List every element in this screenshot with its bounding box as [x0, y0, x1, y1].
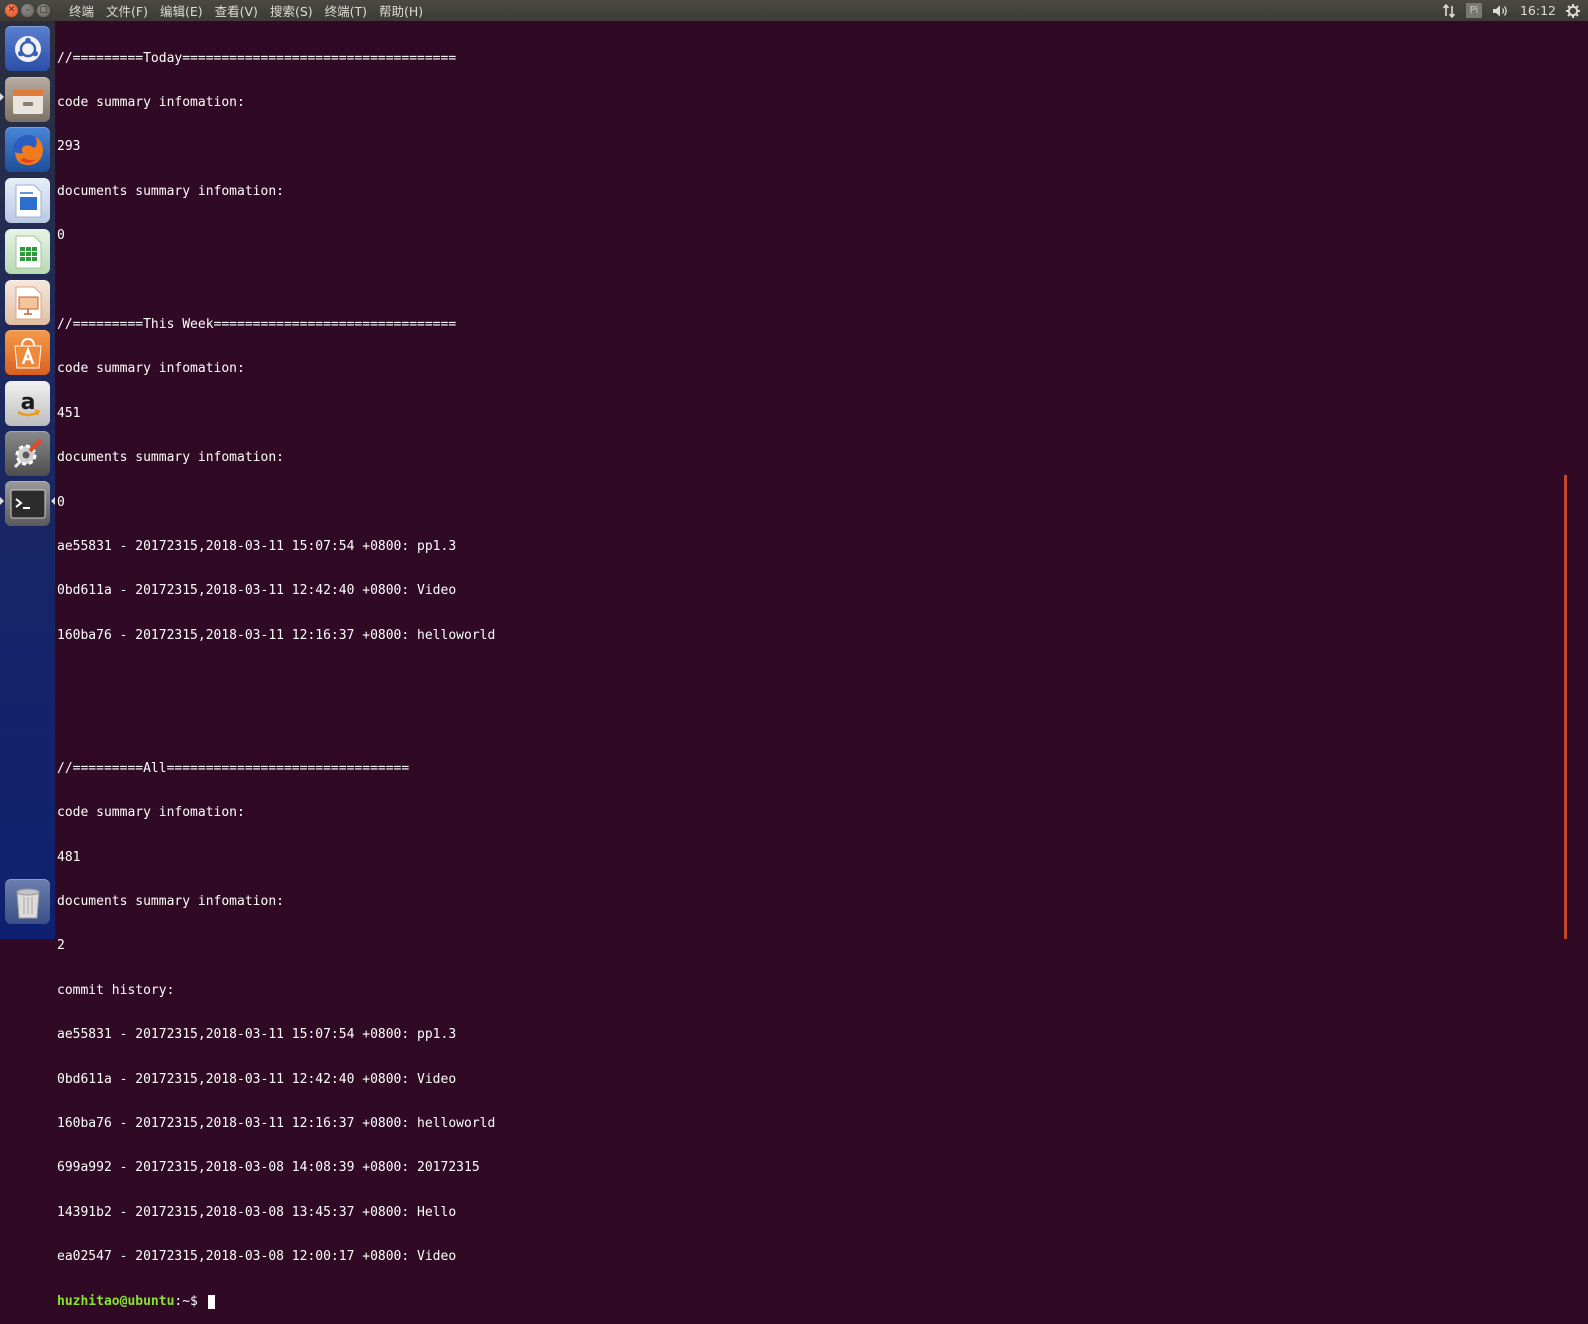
terminal-line: 481	[57, 849, 81, 865]
menu-bar: 终端 文件(F) 编辑(E) 查看(V) 搜索(S) 终端(T) 帮助(H)	[63, 1, 429, 20]
text-cursor	[207, 1294, 215, 1309]
keyboard-indicator[interactable]: Pi	[1465, 0, 1482, 21]
launcher-trash[interactable]	[5, 879, 50, 924]
terminal-prompt-line[interactable]: huzhitao@ubuntu:~$	[57, 1293, 1565, 1310]
menu-view[interactable]: 查看(V)	[209, 1, 264, 20]
terminal-line: 2	[57, 938, 65, 954]
prompt-path: :~$	[174, 1293, 206, 1309]
files-icon	[12, 89, 43, 114]
indicator-area: Pi 16:12	[1442, 0, 1588, 21]
clock[interactable]: 16:12	[1520, 0, 1556, 21]
terminal-line: 0	[57, 494, 65, 510]
terminal-line: documents summary infomation:	[57, 183, 284, 199]
svg-text:a: a	[20, 390, 35, 415]
focused-indicator	[51, 497, 55, 505]
launcher-system-settings[interactable]	[5, 431, 50, 476]
network-indicator[interactable]	[1442, 0, 1456, 21]
terminal-line: 699a992 - 20172315,2018-03-08 14:08:39 +…	[57, 1160, 480, 1176]
running-indicator	[0, 497, 4, 505]
terminal-line: ae55831 - 20172315,2018-03-11 15:07:54 +…	[57, 1027, 457, 1043]
launcher-dash-home[interactable]	[5, 26, 50, 71]
software-center-icon	[13, 337, 42, 368]
settings-gear-icon	[1566, 3, 1580, 18]
terminal-line: commit history:	[57, 982, 175, 998]
trash-icon	[15, 888, 40, 918]
terminal-output[interactable]: //=========Today========================…	[57, 22, 1565, 1309]
terminal-line: ea02547 - 20172315,2018-03-08 12:00:17 +…	[57, 1249, 457, 1265]
top-panel: ✕ – ▢ 终端 文件(F) 编辑(E) 查看(V) 搜索(S) 终端(T) 帮…	[0, 0, 1588, 21]
prompt-user: huzhitao@ubuntu	[57, 1293, 175, 1309]
close-window-button[interactable]: ✕	[5, 4, 18, 17]
session-menu[interactable]	[1566, 0, 1580, 21]
terminal-line: 14391b2 - 20172315,2018-03-08 13:45:37 +…	[57, 1204, 457, 1220]
maximize-window-button[interactable]: ▢	[37, 4, 50, 17]
terminal-line: code summary infomation:	[57, 94, 245, 110]
keyboard-layout-icon: Pi	[1465, 3, 1482, 18]
terminal-line: code summary infomation:	[57, 361, 245, 377]
app-name: 终端	[69, 4, 95, 19]
firefox-icon	[12, 134, 43, 165]
volume-indicator[interactable]	[1492, 0, 1510, 21]
terminal-line: code summary infomation:	[57, 805, 245, 821]
menu-terminal[interactable]: 终端(T)	[319, 1, 373, 20]
volume-icon	[1492, 5, 1507, 16]
system-settings-icon	[13, 438, 42, 468]
dash-home-icon	[14, 35, 41, 62]
menu-help[interactable]: 帮助(H)	[373, 1, 429, 20]
minimize-window-button[interactable]: –	[21, 4, 34, 17]
terminal-line: 0bd611a - 20172315,2018-03-11 12:42:40 +…	[57, 583, 457, 599]
terminal-line: ae55831 - 20172315,2018-03-11 15:07:54 +…	[57, 538, 457, 554]
amazon-icon: a	[16, 390, 40, 416]
terminal-line: 160ba76 - 20172315,2018-03-11 12:16:37 +…	[57, 627, 496, 643]
network-updown-icon	[1442, 3, 1456, 18]
terminal-line: 451	[57, 405, 81, 421]
launcher-amazon[interactable]: a	[5, 381, 50, 426]
terminal-line: documents summary infomation:	[57, 894, 284, 910]
launcher-calc[interactable]	[5, 229, 50, 274]
launcher: a	[0, 21, 56, 939]
terminal-line: 160ba76 - 20172315,2018-03-11 12:16:37 +…	[57, 1115, 496, 1131]
calc-icon	[15, 235, 41, 268]
menu-file[interactable]: 文件(F)	[100, 1, 154, 20]
maximize-icon: ▢	[39, 5, 48, 15]
terminal-line: //=========Today========================…	[57, 50, 457, 66]
terminal-line: //=========This Week====================…	[57, 316, 457, 332]
terminal-line: 0	[57, 228, 65, 244]
terminal-line: documents summary infomation:	[57, 450, 284, 466]
terminal-line: //=========All==========================…	[57, 760, 410, 776]
menu-edit[interactable]: 编辑(E)	[154, 1, 209, 20]
terminal-line: 0bd611a - 20172315,2018-03-11 12:42:40 +…	[57, 1071, 457, 1087]
launcher-impress[interactable]	[5, 280, 50, 325]
terminal-icon	[10, 489, 45, 518]
launcher-writer[interactable]	[5, 178, 50, 223]
writer-icon	[15, 184, 41, 217]
menu-search[interactable]: 搜索(S)	[264, 1, 319, 20]
impress-icon	[15, 286, 41, 319]
launcher-software-center[interactable]	[5, 330, 50, 375]
running-indicator	[0, 93, 4, 101]
window-controls: ✕ – ▢	[0, 4, 63, 17]
terminal-line: 293	[57, 139, 81, 155]
minimize-icon: –	[25, 5, 30, 15]
launcher-firefox[interactable]	[5, 127, 50, 172]
close-icon: ✕	[7, 5, 16, 15]
launcher-files[interactable]	[5, 77, 50, 122]
launcher-terminal[interactable]	[5, 481, 50, 526]
terminal-scrollbar[interactable]	[1564, 475, 1567, 939]
